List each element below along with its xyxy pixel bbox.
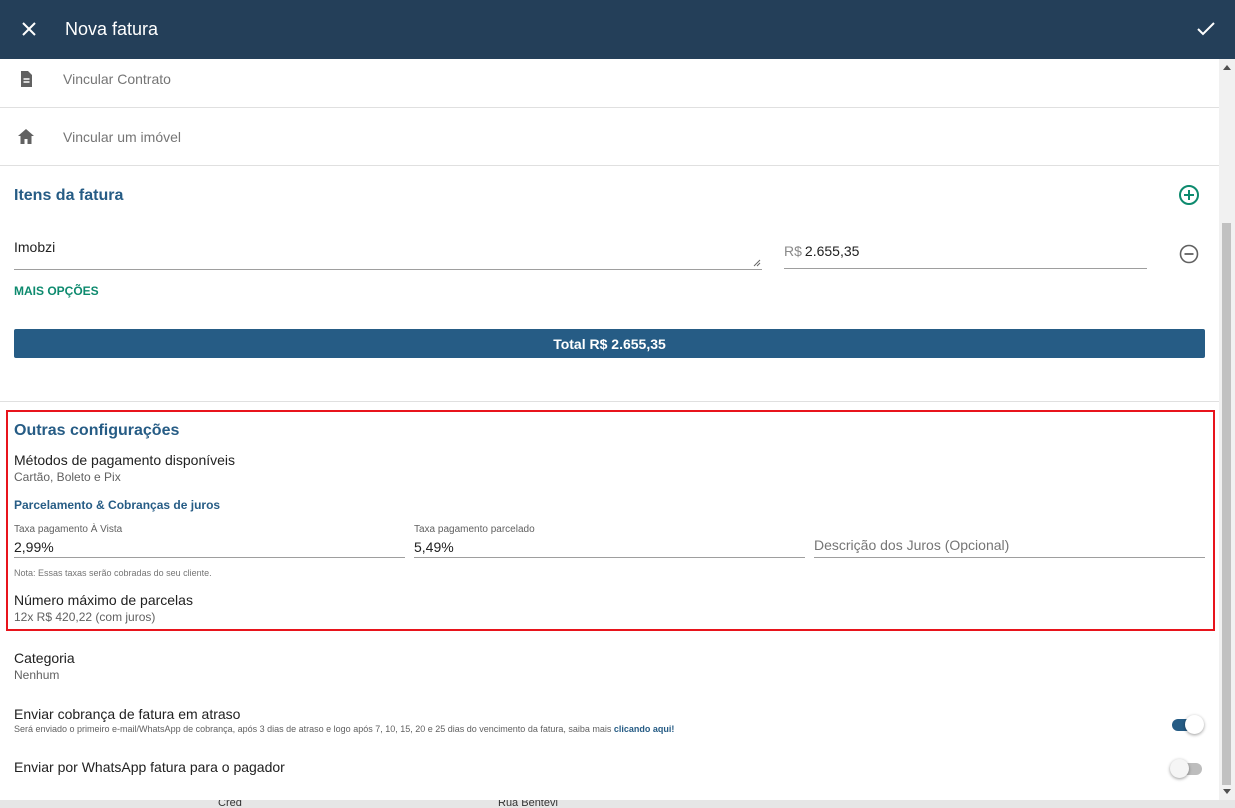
form-content: Vincular Contrato Vincular um imóvel Ite… xyxy=(0,59,1219,800)
whatsapp-toggle[interactable] xyxy=(1170,758,1202,778)
section-divider xyxy=(0,401,1219,402)
overdue-label: Enviar cobrança de fatura em atraso xyxy=(14,706,241,722)
new-invoice-modal: Nova fatura Vincular Contrato Vincular u… xyxy=(0,0,1235,808)
payment-methods-value: Cartão, Boleto e Pix xyxy=(14,470,121,484)
more-options-button[interactable]: MAIS OPÇÕES xyxy=(14,284,99,298)
item-description-value: Imobzi xyxy=(14,239,56,255)
overdue-toggle[interactable] xyxy=(1172,714,1204,734)
fee-installment-caption: Taxa pagamento parcelado xyxy=(414,524,535,535)
interest-description-field[interactable]: Descrição dos Juros (Opcional) xyxy=(814,524,1205,558)
scroll-down-arrow[interactable] xyxy=(1223,789,1231,794)
category-label[interactable]: Categoria xyxy=(14,650,75,666)
link-property-row[interactable]: Vincular um imóvel xyxy=(0,108,1219,166)
check-icon xyxy=(1197,22,1215,36)
fee-installment-field[interactable]: Taxa pagamento parcelado 5,49% xyxy=(414,524,805,558)
other-config-title: Outras configurações xyxy=(14,422,180,439)
resize-handle-icon[interactable] xyxy=(753,259,761,267)
item-description-field[interactable]: Imobzi xyxy=(14,229,762,270)
payment-methods-label[interactable]: Métodos de pagamento disponíveis xyxy=(14,452,235,468)
background-page-strip: Cred Rua Bentevi xyxy=(0,800,1235,808)
overdue-toggle-knob xyxy=(1185,715,1204,734)
overdue-description-text: Será enviado o primeiro e-mail/WhatsApp … xyxy=(14,724,614,734)
interest-description-placeholder: Descrição dos Juros (Opcional) xyxy=(814,537,1010,553)
background-text-left: Cred xyxy=(218,800,242,808)
item-value-field[interactable]: R$ 2.655,35 xyxy=(784,231,1147,269)
link-contract-label: Vincular Contrato xyxy=(63,70,171,87)
max-installments-label[interactable]: Número máximo de parcelas xyxy=(14,592,193,608)
category-value: Nenhum xyxy=(14,668,60,682)
link-property-label: Vincular um imóvel xyxy=(63,128,182,145)
scrollbar-thumb[interactable] xyxy=(1222,223,1231,785)
remove-item-icon[interactable] xyxy=(1178,243,1200,265)
add-item-icon[interactable] xyxy=(1178,184,1200,206)
item-value: 2.655,35 xyxy=(804,243,860,259)
fees-note: Nota: Essas taxas serão cobradas do seu … xyxy=(14,568,212,578)
document-icon xyxy=(21,71,32,87)
whatsapp-toggle-knob xyxy=(1170,759,1189,778)
fee-cash-caption: Taxa pagamento À Vista xyxy=(14,524,123,535)
whatsapp-label: Enviar por WhatsApp fatura para o pagado… xyxy=(14,759,285,775)
link-contract-row[interactable]: Vincular Contrato xyxy=(0,59,1219,108)
max-installments-value: 12x R$ 420,22 (com juros) xyxy=(14,610,156,624)
learn-more-link[interactable]: clicando aqui! xyxy=(614,724,675,734)
confirm-button[interactable] xyxy=(1193,16,1219,42)
fee-installment-value: 5,49% xyxy=(414,539,454,555)
fee-cash-field[interactable]: Taxa pagamento À Vista 2,99% xyxy=(14,524,405,558)
installments-heading: Parcelamento & Cobranças de juros xyxy=(14,498,221,512)
scrollbar[interactable] xyxy=(1219,59,1235,800)
app-bar: Nova fatura xyxy=(0,0,1235,59)
close-button[interactable] xyxy=(16,16,42,42)
items-section-title: Itens da fatura xyxy=(14,187,124,204)
background-text-right: Rua Bentevi xyxy=(498,800,558,808)
page-title: Nova fatura xyxy=(65,19,159,39)
fee-cash-value: 2,99% xyxy=(14,539,54,555)
currency-prefix: R$ xyxy=(784,243,802,259)
close-icon xyxy=(22,22,36,36)
total-bar: Total R$ 2.655,35 xyxy=(14,329,1205,358)
overdue-description: Será enviado o primeiro e-mail/WhatsApp … xyxy=(14,724,674,734)
scroll-up-arrow[interactable] xyxy=(1223,65,1231,70)
home-icon xyxy=(18,129,34,144)
